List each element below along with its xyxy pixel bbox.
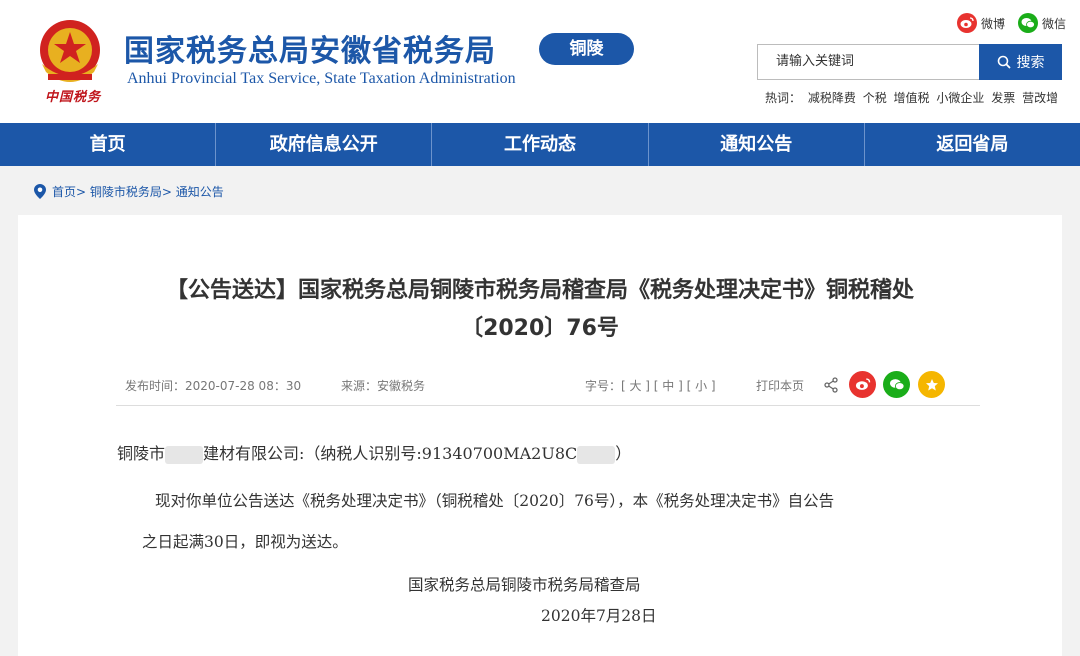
city-badge: 铜陵	[539, 33, 634, 65]
weibo-link[interactable]: 微博	[957, 12, 1005, 34]
hot-words-label: 热词：	[765, 91, 802, 105]
print-link[interactable]: 打印本页	[756, 377, 804, 394]
site-header: 中国税务 国家税务总局安徽省税务局 铜陵 Anhui Provincial Ta…	[0, 0, 1080, 123]
wechat-icon	[1018, 13, 1038, 33]
notice-paragraph-line1: 现对你单位公告送达《税务处理决定书》（铜税稽处〔2020〕76号），本《税务处理…	[155, 492, 835, 510]
site-title[interactable]: 国家税务总局安徽省税务局	[124, 26, 496, 70]
location-pin-icon	[34, 184, 46, 199]
wechat-link[interactable]: 微信	[1018, 12, 1066, 34]
nav-item-work-news[interactable]: 工作动态	[432, 123, 649, 166]
article-source: 来源：安徽税务	[341, 379, 426, 393]
nav-item-notices[interactable]: 通知公告	[649, 123, 865, 166]
weibo-icon	[855, 378, 870, 390]
publish-time: 发布时间：2020-07-28 08：30	[125, 379, 302, 393]
hot-word-link[interactable]: 减税降费	[808, 91, 856, 105]
signature-date: 2020年7月28日	[541, 607, 657, 625]
hot-word-link[interactable]: 小微企业	[936, 91, 984, 105]
font-size-controls[interactable]: 字号：[ 大 ] [ 中 ] [ 小 ]	[585, 377, 716, 394]
article-title-line2: 〔2020〕76号	[461, 316, 619, 341]
hot-word-link[interactable]: 营改增	[1022, 91, 1058, 105]
meta-divider	[116, 405, 980, 406]
article-title-line1: 【公告送达】国家税务总局铜陵市税务局稽查局《税务处理决定书》铜税稽处	[165, 278, 914, 303]
signature-authority: 国家税务总局铜陵市税务局稽查局	[408, 576, 641, 594]
favorite-button[interactable]	[918, 371, 945, 398]
article-title: 【公告送达】国家税务总局铜陵市税务局稽查局《税务处理决定书》铜税稽处 〔2020…	[0, 272, 1080, 348]
breadcrumb-notices[interactable]: 通知公告	[176, 185, 224, 199]
wechat-icon	[889, 379, 904, 391]
share-icon[interactable]	[823, 377, 839, 393]
search-button[interactable]: 搜索	[979, 44, 1062, 80]
search-icon	[997, 55, 1011, 69]
redacted-block	[165, 445, 204, 464]
site-title-english: Anhui Provincial Tax Service, State Taxa…	[127, 70, 516, 87]
hot-word-link[interactable]: 发票	[991, 91, 1015, 105]
search-input[interactable]: 请输入关键词	[757, 44, 979, 80]
search-button-label: 搜索	[1016, 55, 1045, 71]
weibo-label: 微博	[981, 16, 1006, 31]
redacted-block	[577, 445, 616, 464]
wechat-label: 微信	[1042, 16, 1067, 31]
nav-item-back-province[interactable]: 返回省局	[865, 123, 1080, 166]
share-wechat-button[interactable]	[883, 371, 910, 398]
weibo-icon	[957, 13, 977, 33]
breadcrumb-tongling[interactable]: 铜陵市税务局>	[90, 185, 172, 199]
recipient-line: 铜陵市 建材有限公司:（纳税人识别号:91340700MA2U8C ）	[117, 440, 631, 464]
main-nav: 首页 政府信息公开 工作动态 通知公告 返回省局	[0, 123, 1080, 166]
breadcrumb: 首页> 铜陵市税务局> 通知公告	[34, 183, 224, 200]
share-weibo-button[interactable]	[849, 371, 876, 398]
breadcrumb-home[interactable]: 首页>	[52, 185, 86, 199]
emblem-caption: 中国税务	[44, 90, 101, 105]
nav-item-gov-info[interactable]: 政府信息公开	[216, 123, 433, 166]
recipient-taxid: 建材有限公司:（纳税人识别号:91340700MA2U8C	[203, 444, 578, 463]
hot-word-link[interactable]: 个税	[863, 91, 887, 105]
star-icon	[925, 378, 938, 390]
national-emblem-icon[interactable]	[34, 14, 106, 94]
notice-paragraph-line2: 之日起满30日，即视为送达。	[142, 533, 348, 551]
nav-item-home[interactable]: 首页	[0, 123, 217, 166]
recipient-prefix: 铜陵市	[117, 444, 166, 463]
hot-words: 热词： 减税降费 个税 增值税 小微企业 发票 营改增	[765, 89, 1061, 106]
recipient-suffix: ）	[615, 444, 632, 463]
hot-word-link[interactable]: 增值税	[894, 91, 930, 105]
